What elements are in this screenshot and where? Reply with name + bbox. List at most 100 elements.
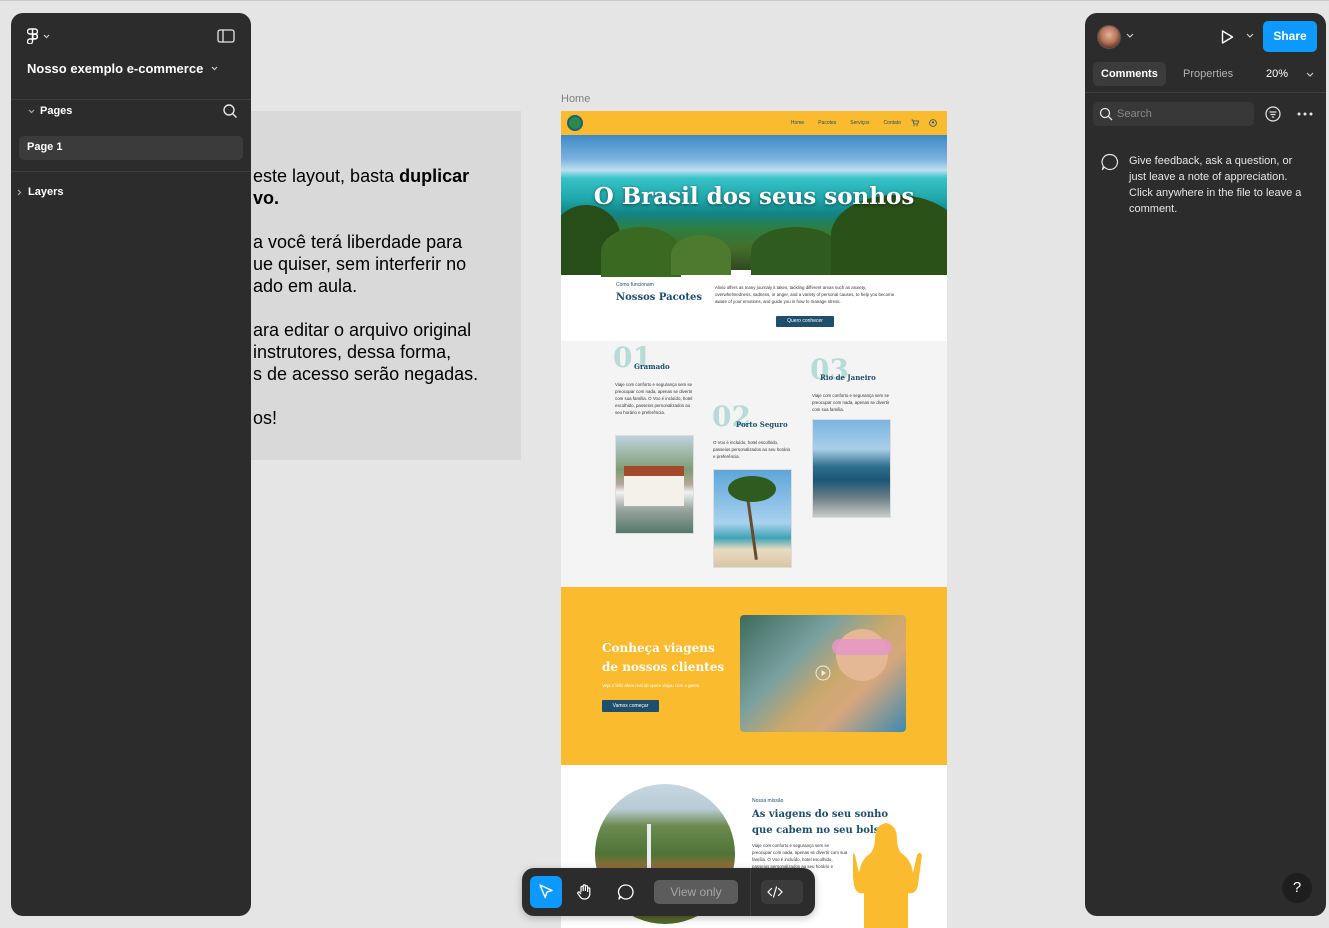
package-text: Viaje com conforto e segurança sem se pr… <box>812 393 890 412</box>
note-line: ado em aula. <box>253 276 358 296</box>
layers-section-toggle[interactable]: Layers <box>17 186 63 198</box>
chevron-down-icon <box>211 66 218 71</box>
right-sidebar: Share Comments Properties 20% Give feedb… <box>1085 13 1326 916</box>
clients-text: Veja o feliz Alem real de quem viajou co… <box>602 683 701 688</box>
layers-label: Layers <box>28 186 64 198</box>
clients-title-line: Conheça viagens <box>602 641 715 655</box>
main-menu-button[interactable] <box>27 27 50 45</box>
present-play-icon[interactable] <box>1219 29 1235 45</box>
hero-banner: O Brasil dos seus sonhos <box>561 135 947 277</box>
comment-hint: Give feedback, ask a question, or just l… <box>1129 155 1302 215</box>
package-text: O Voo é incluído, hotel escolhido, passe… <box>713 440 791 459</box>
note-line: vo. <box>253 188 280 208</box>
palm-shape <box>671 235 731 275</box>
hotel-shape <box>624 466 684 506</box>
chevron-down-icon <box>43 34 50 38</box>
home-frame[interactable]: Home Pacotes Serviços Contato O Brasil d… <box>561 111 947 928</box>
clients-title-line: de nossos clientes <box>602 660 725 674</box>
note-line: os! <box>253 408 278 428</box>
goggles-shape <box>832 639 892 655</box>
cursor-arrow-icon <box>539 884 553 899</box>
pages-label: Pages <box>40 105 73 117</box>
divider <box>750 868 751 916</box>
mission-title-line: As viagens do seu sonho <box>752 809 889 820</box>
how-title: Nossos Pacotes <box>616 292 702 303</box>
user-icon <box>929 119 937 127</box>
package-name: Gramado <box>634 362 670 371</box>
file-header: Nosso exemplo e-commerce <box>11 13 251 99</box>
note-line: instrutores, dessa forma, <box>253 342 452 362</box>
share-button[interactable]: Share <box>1263 21 1317 52</box>
divider <box>11 171 251 172</box>
palm-leaves <box>728 476 776 502</box>
package-name: Porto Seguro <box>736 420 788 429</box>
dev-mode-toggle[interactable] <box>761 880 803 904</box>
packages-section: 01 Gramado Viaje com conforto e seguranç… <box>561 341 947 587</box>
bottom-toolbar: View only <box>522 868 815 916</box>
site-nav-link: Serviços <box>850 120 870 126</box>
palm-shape <box>601 227 681 277</box>
view-only-badge: View only <box>654 880 738 904</box>
tab-comments[interactable]: Comments <box>1093 62 1166 86</box>
chevron-right-icon <box>17 189 22 195</box>
comments-search[interactable] <box>1093 102 1254 126</box>
clients-section: Conheça viagens de nossos clientes Veja … <box>561 587 947 765</box>
site-nav-link: Contato <box>883 120 901 126</box>
more-options-icon[interactable] <box>1297 112 1313 116</box>
site-nav-link: Home <box>790 120 805 126</box>
how-text: Alivio offers as many journaly it takes,… <box>715 285 895 304</box>
divider <box>11 99 251 100</box>
how-small-label: Como funcionam <box>616 282 654 288</box>
chevron-down-icon[interactable] <box>1246 33 1254 38</box>
clients-button: Vamos começar <box>602 700 659 712</box>
comment-tool-button[interactable] <box>610 876 642 908</box>
comment-bubble-icon <box>617 884 634 900</box>
mission-small-label: Nossa missão <box>752 798 784 804</box>
porto-seguro-photo <box>713 469 792 568</box>
comment-bubble-icon <box>1101 153 1119 171</box>
file-name: Nosso exemplo e-commerce <box>27 61 204 76</box>
package-text: Viaje com conforto e segurança sem se pr… <box>615 382 693 415</box>
clients-title: Conheça viagens de nossos clientes <box>602 639 724 677</box>
left-sidebar: Nosso exemplo e-commerce Pages Page 1 La… <box>11 13 251 916</box>
help-button[interactable]: ? <box>1282 873 1312 903</box>
site-nav: Home Pacotes Serviços Contato <box>561 111 947 135</box>
pages-section-toggle[interactable]: Pages <box>28 105 72 117</box>
page-item[interactable]: Page 1 <box>19 136 243 160</box>
divider <box>1085 92 1326 93</box>
sidebar-toggle-icon[interactable] <box>217 29 235 43</box>
instructions-frame[interactable]: este layout, basta duplicar vo. a você t… <box>251 111 521 460</box>
package-name: Rio de Janeiro <box>820 373 876 382</box>
note-line: este layout, basta duplicar <box>253 166 470 186</box>
search-input[interactable] <box>1117 102 1247 126</box>
hand-tool-button[interactable] <box>569 876 601 908</box>
clients-video-thumbnail <box>740 615 906 732</box>
site-logo <box>567 115 583 131</box>
code-icon <box>767 886 783 898</box>
avatar[interactable] <box>1097 25 1121 49</box>
woman-silhouette-icon <box>853 823 922 928</box>
gramado-photo <box>615 435 694 534</box>
filter-icon[interactable] <box>1265 106 1281 122</box>
top-border <box>0 0 1329 1</box>
search-icon[interactable] <box>222 103 238 119</box>
face-shape <box>836 629 888 681</box>
zoom-control[interactable]: 20% <box>1266 68 1314 80</box>
hero-title: O Brasil dos seus sonhos <box>593 183 915 210</box>
site-nav-links: Home Pacotes Serviços Contato <box>777 119 937 127</box>
play-circle-icon <box>815 665 831 681</box>
hand-icon <box>577 884 591 900</box>
tab-properties[interactable]: Properties <box>1175 62 1241 86</box>
palm-shape <box>751 227 841 275</box>
how-button: Quero conhecer <box>776 316 834 327</box>
note-line: ara editar o arquivo original <box>253 320 472 340</box>
note-line: s de acesso serão negadas. <box>253 364 479 384</box>
pages-header: Pages <box>11 101 251 123</box>
zoom-level: 20% <box>1266 68 1289 80</box>
chevron-down-icon[interactable] <box>1126 33 1134 38</box>
file-name-button[interactable]: Nosso exemplo e-commerce <box>27 61 218 76</box>
move-tool-button[interactable] <box>530 876 562 908</box>
frame-label[interactable]: Home <box>561 93 590 105</box>
cart-icon <box>911 119 919 127</box>
note-line: ue quiser, sem interferir no <box>253 254 467 274</box>
